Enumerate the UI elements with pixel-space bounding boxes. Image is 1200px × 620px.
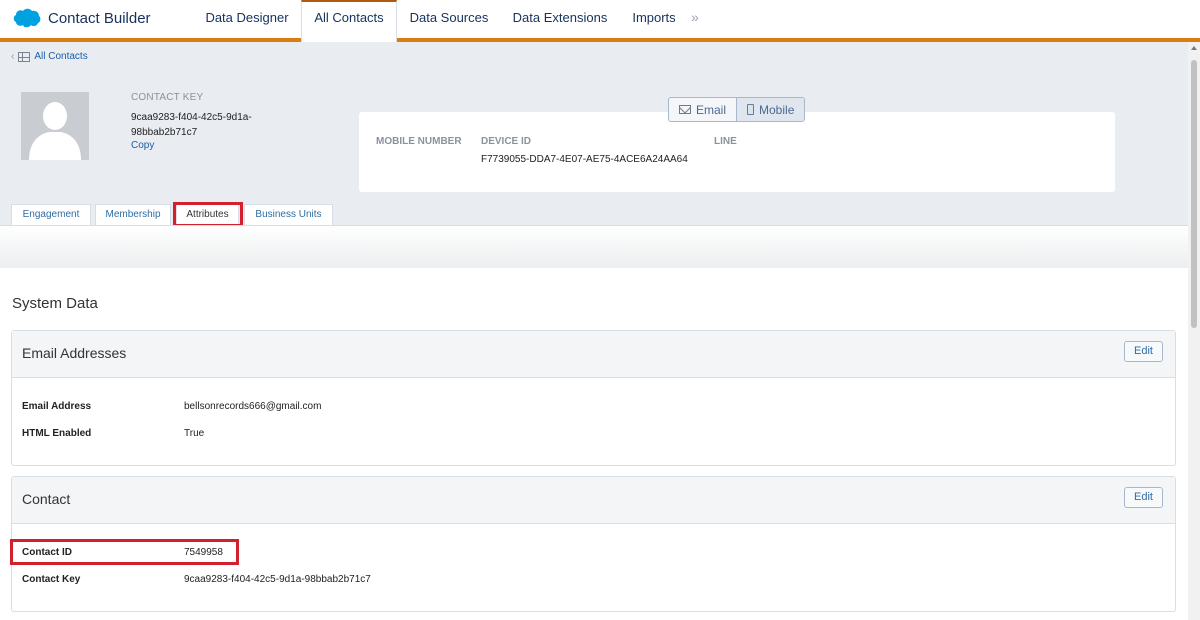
contact-key-row-label: Contact Key	[22, 574, 81, 585]
email-addresses-title: Email Addresses	[22, 345, 127, 361]
subtab-engagement[interactable]: Engagement	[11, 204, 91, 225]
nav-tab-data-extensions[interactable]: Data Extensions	[501, 0, 619, 38]
chevron-left-icon: ‹	[11, 51, 15, 62]
nav-tab-imports[interactable]: Imports	[620, 0, 688, 38]
breadcrumb-all-contacts-link[interactable]: All Contacts	[34, 51, 87, 62]
mobile-toggle-label: Mobile	[759, 102, 795, 117]
more-tabs-icon[interactable]: »	[691, 9, 699, 25]
email-addresses-panel-header: Email Addresses Edit	[12, 331, 1175, 378]
system-data-title: System Data	[12, 295, 98, 312]
attributes-tab-highlight	[173, 202, 243, 227]
page-scrollbar[interactable]	[1188, 42, 1200, 620]
channel-toggle: Email Mobile	[668, 97, 806, 122]
mobile-number-header: MOBILE NUMBER	[376, 136, 462, 147]
line-header: LINE	[714, 136, 737, 147]
nav-tab-data-designer[interactable]: Data Designer	[193, 0, 301, 38]
scrollbar-thumb[interactable]	[1191, 60, 1197, 328]
subtab-business-units[interactable]: Business Units	[244, 204, 333, 225]
email-toggle-label: Email	[696, 102, 727, 117]
brand: Contact Builder	[10, 7, 151, 29]
contact-panel-header: Contact Edit	[12, 477, 1175, 524]
mobile-info-card: MOBILE NUMBER DEVICE ID LINE F7739055-DD…	[359, 112, 1115, 192]
email-address-value: bellsonrecords666@gmail.com	[184, 401, 322, 412]
contact-key-label: CONTACT KEY	[131, 92, 204, 103]
avatar-placeholder	[21, 92, 89, 160]
edit-email-addresses-button[interactable]: Edit	[1124, 341, 1163, 362]
email-address-label: Email Address	[22, 401, 92, 412]
app-title: Contact Builder	[48, 9, 151, 27]
email-addresses-panel: Email Addresses Edit Email Address bells…	[11, 330, 1176, 466]
device-id-value: F7739055-DDA7-4E07-AE75-4ACE6A24AA64	[481, 154, 688, 165]
envelope-icon	[679, 105, 691, 114]
nav-tab-all-contacts[interactable]: All Contacts	[301, 0, 397, 42]
salesforce-cloud-icon	[10, 7, 42, 29]
mobile-toggle-button[interactable]: Mobile	[736, 98, 805, 121]
nav-tab-data-sources[interactable]: Data Sources	[398, 0, 500, 38]
breadcrumb[interactable]: ‹ All Contacts	[11, 51, 88, 62]
list-grid-icon	[18, 51, 31, 62]
content-divider-band	[0, 225, 1188, 268]
html-enabled-label: HTML Enabled	[22, 428, 92, 439]
edit-contact-button[interactable]: Edit	[1124, 487, 1163, 508]
scroll-up-arrow-icon[interactable]	[1191, 46, 1197, 50]
contact-key-row-value: 9caa9283-f404-42c5-9d1a-98bbab2b71c7	[184, 574, 371, 585]
top-nav-bar: Contact Builder Data Designer All Contac…	[0, 0, 1200, 42]
contact-key-value: 9caa9283-f404-42c5-9d1a-98bbab2b71c7	[131, 112, 252, 138]
contact-header: ‹ All Contacts CONTACT KEY 9caa9283-f404…	[0, 42, 1188, 227]
mobile-phone-icon	[747, 104, 755, 115]
html-enabled-value: True	[184, 428, 205, 439]
copy-contact-key-link[interactable]: Copy	[131, 140, 154, 151]
contact-id-highlight	[10, 539, 239, 565]
subtab-membership[interactable]: Membership	[95, 204, 171, 225]
contact-panel-title: Contact	[22, 491, 71, 507]
device-id-header: DEVICE ID	[481, 136, 532, 147]
email-toggle-button[interactable]: Email	[669, 98, 736, 121]
